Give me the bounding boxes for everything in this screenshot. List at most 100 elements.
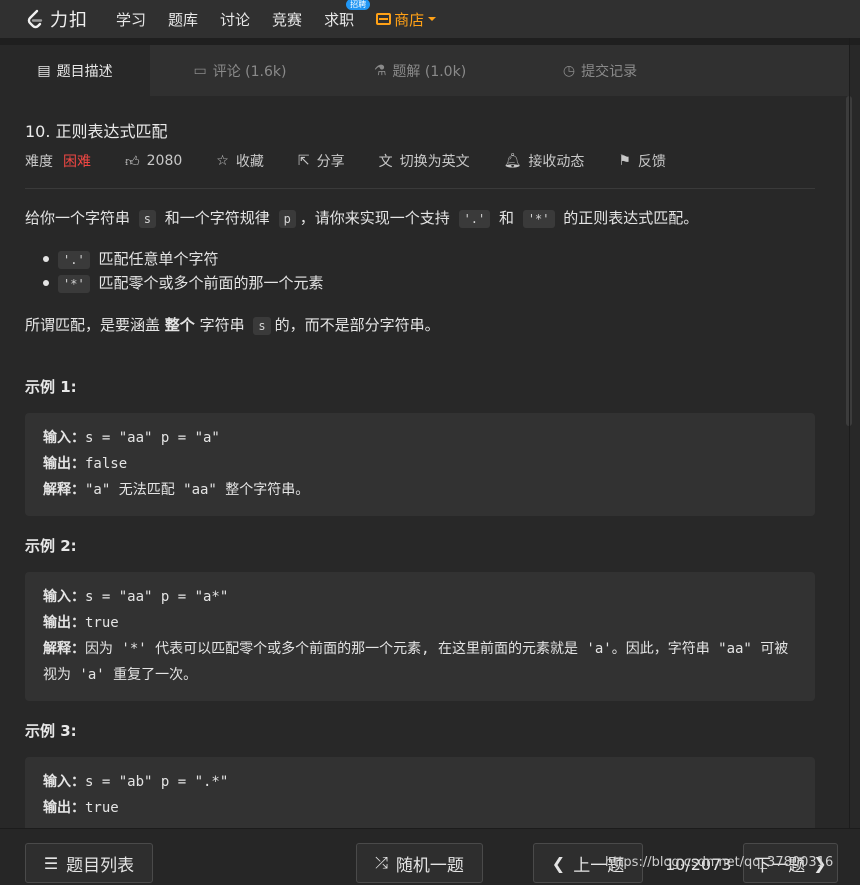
panel-divider[interactable] bbox=[849, 38, 850, 885]
value: s = "aa" p = "a" bbox=[85, 430, 220, 446]
scrollbar[interactable] bbox=[840, 96, 860, 828]
description-icon: ▤ bbox=[37, 62, 51, 79]
code-p: p bbox=[278, 210, 296, 228]
subscribe-button[interactable]: 🔔︎ 接收动态 bbox=[504, 151, 585, 171]
chevron-left-icon: ❮ bbox=[551, 853, 566, 873]
favorite-label: 收藏 bbox=[235, 154, 264, 170]
code-dot: '.' bbox=[58, 251, 90, 269]
leetcode-logo-icon bbox=[27, 9, 43, 29]
list-icon: ☰ bbox=[43, 853, 59, 873]
star-icon: ☆ bbox=[216, 153, 229, 169]
top-nav: 力扣 学习 题库 讨论 竞赛 求职 招聘 商店 bbox=[0, 0, 860, 38]
random-problem-button[interactable]: ⤮ 随机一题 bbox=[356, 843, 483, 883]
value: s = "aa" p = "a*" bbox=[85, 589, 229, 605]
text: 字符串 bbox=[194, 316, 250, 334]
key: 解释： bbox=[43, 482, 85, 498]
example-explanation: 解释：因为 '*' 代表可以匹配零个或多个前面的那一个元素, 在这里前面的元素就… bbox=[43, 636, 797, 688]
list-item: '.' 匹配任意单个字符 bbox=[42, 248, 219, 269]
key: 输入： bbox=[43, 774, 85, 790]
tab-solutions-label: 题解 (1.0k) bbox=[392, 63, 467, 80]
nav-jobs-label: 求职 bbox=[324, 10, 355, 29]
bell-icon: 🔔︎ bbox=[503, 153, 522, 169]
problem-content: 10. 正则表达式匹配 难度 困难 👍︎ 2080 ☆ 收藏 ⇱ 分享 文 切换… bbox=[0, 96, 840, 828]
example-input: 输入：s = "aa" p = "a" bbox=[43, 425, 797, 451]
example-3-box: 输入：s = "ab" p = ".*" 输出：true bbox=[25, 757, 815, 828]
translate-icon: 文 bbox=[378, 154, 393, 170]
share-label: 分享 bbox=[316, 154, 345, 170]
tab-comments-label: 评论 (1.6k) bbox=[212, 63, 287, 80]
share-icon: ⇱ bbox=[297, 153, 310, 169]
divider bbox=[25, 188, 815, 189]
description-paragraph-2: 所谓匹配，是要涵盖 整个 字符串 s 的，而不是部分字符串。 bbox=[25, 314, 440, 335]
example-2-box: 输入：s = "aa" p = "a*" 输出：true 解释：因为 '*' 代… bbox=[25, 572, 815, 701]
switch-language-button[interactable]: 文 切换为英文 bbox=[379, 151, 470, 171]
code-s: s bbox=[138, 210, 157, 228]
feedback-icon: ⚑ bbox=[618, 153, 631, 169]
example-3-title: 示例 3: bbox=[25, 722, 77, 740]
example-output: 输出：false bbox=[43, 451, 797, 477]
key: 输出： bbox=[43, 800, 85, 816]
example-explanation: 解释："a" 无法匹配 "aa" 整个字符串。 bbox=[43, 477, 797, 503]
code-s: s bbox=[253, 317, 271, 335]
nav-store-label: 商店 bbox=[394, 10, 425, 29]
feedback-button[interactable]: ⚑ 反馈 bbox=[618, 151, 666, 171]
difficulty-value: 困难 bbox=[63, 154, 91, 170]
nav-discuss[interactable]: 讨论 bbox=[220, 9, 250, 30]
example-output: 输出：true bbox=[43, 795, 797, 821]
share-button[interactable]: ⇱ 分享 bbox=[298, 151, 345, 171]
key: 输入： bbox=[43, 589, 85, 605]
list-item: '*' 匹配零个或多个前面的那一个元素 bbox=[42, 272, 324, 293]
tab-description-label: 题目描述 bbox=[56, 63, 113, 80]
random-problem-label: 随机一题 bbox=[395, 855, 464, 876]
store-icon bbox=[376, 13, 392, 25]
nav-contest[interactable]: 竞赛 bbox=[272, 9, 302, 30]
switch-language-label: 切换为英文 bbox=[399, 154, 470, 170]
text: ，请你来实现一个支持 bbox=[299, 209, 455, 227]
text: 匹配任意单个字符 bbox=[93, 250, 219, 268]
tab-description[interactable]: ▤ 题目描述 bbox=[0, 45, 150, 96]
code-dot: '.' bbox=[458, 210, 491, 228]
text: 匹配零个或多个前面的那一个元素 bbox=[93, 274, 324, 292]
jobs-badge: 招聘 bbox=[346, 0, 371, 10]
difficulty-label: 难度 bbox=[25, 154, 53, 170]
like-button[interactable]: 👍︎ 2080 bbox=[125, 153, 182, 170]
nav-learn[interactable]: 学习 bbox=[116, 9, 146, 30]
text: 所谓匹配，是要涵盖 bbox=[25, 316, 165, 334]
bold-text: 整个 bbox=[164, 316, 195, 334]
nav-store[interactable]: 商店 bbox=[376, 9, 437, 30]
description-paragraph-1: 给你一个字符串 s 和一个字符规律 p ，请你来实现一个支持 '.' 和 '*' … bbox=[25, 207, 698, 228]
text: 给你一个字符串 bbox=[25, 209, 135, 227]
text: 的，而不是部分字符串。 bbox=[274, 316, 440, 334]
tab-bar: ▤ 题目描述 ▭ 评论 (1.6k) ⚗ 题解 (1.0k) ◷ 提交记录 bbox=[0, 45, 850, 96]
feedback-label: 反馈 bbox=[637, 154, 666, 170]
text: 和一个字符规律 bbox=[160, 209, 275, 227]
key: 输出： bbox=[43, 615, 85, 631]
example-2-title: 示例 2: bbox=[25, 537, 77, 555]
tab-submissions-label: 提交记录 bbox=[581, 63, 638, 80]
chevron-down-icon bbox=[428, 17, 437, 21]
problem-list-label: 题目列表 bbox=[66, 855, 135, 876]
key: 输入： bbox=[43, 430, 85, 446]
favorite-button[interactable]: ☆ 收藏 bbox=[216, 151, 264, 171]
shuffle-icon: ⤮ bbox=[375, 853, 388, 872]
logo[interactable]: 力扣 bbox=[24, 0, 88, 38]
tab-submissions[interactable]: ◷ 提交记录 bbox=[510, 45, 690, 96]
thumbs-up-icon: 👍︎ bbox=[125, 153, 140, 170]
example-input: 输入：s = "ab" p = ".*" bbox=[43, 769, 797, 795]
example-1-box: 输入：s = "aa" p = "a" 输出：false 解释："a" 无法匹配… bbox=[25, 413, 815, 516]
example-1-title: 示例 1: bbox=[25, 378, 77, 396]
nav-jobs[interactable]: 求职 招聘 bbox=[324, 0, 371, 30]
subscribe-label: 接收动态 bbox=[528, 154, 585, 170]
nav-problemset[interactable]: 题库 bbox=[168, 9, 198, 30]
clock-icon: ◷ bbox=[562, 62, 576, 79]
tab-comments[interactable]: ▭ 评论 (1.6k) bbox=[150, 45, 330, 96]
tab-strip bbox=[0, 38, 860, 45]
example-input: 输入：s = "aa" p = "a*" bbox=[43, 584, 797, 610]
logo-text: 力扣 bbox=[50, 10, 88, 31]
value: true bbox=[85, 800, 119, 816]
value: 因为 '*' 代表可以匹配零个或多个前面的那一个元素, 在这里前面的元素就是 '… bbox=[43, 641, 789, 683]
tab-solutions[interactable]: ⚗ 题解 (1.0k) bbox=[330, 45, 510, 96]
key: 解释： bbox=[43, 641, 85, 657]
like-count: 2080 bbox=[146, 153, 183, 169]
problem-list-button[interactable]: ☰ 题目列表 bbox=[25, 843, 153, 883]
